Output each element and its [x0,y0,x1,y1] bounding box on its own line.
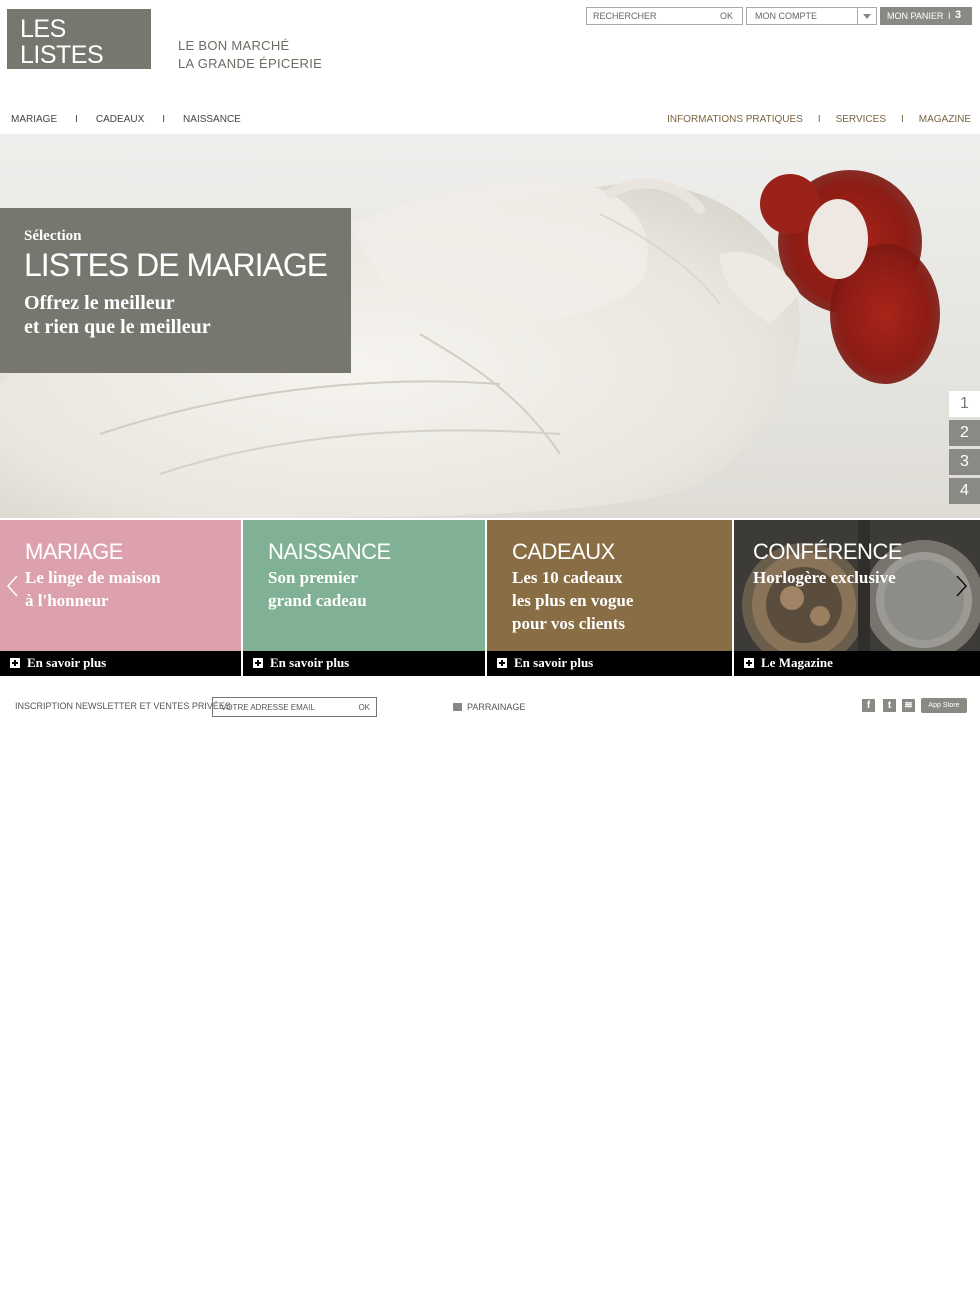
rss-icon[interactable]: ≋ [902,699,915,712]
email-placeholder: VOTRE ADRESSE EMAIL [221,703,315,712]
account-label: MON COMPTE [755,11,817,21]
nav-item-services[interactable]: SERVICES [836,114,886,125]
pager-page-1[interactable]: 1 [949,391,980,417]
store-names: LE BON MARCHÉ LA GRANDE ÉPICERIE [178,37,322,73]
twitter-icon[interactable]: t [883,699,896,712]
store-grande-epicerie[interactable]: LA GRANDE ÉPICERIE [178,55,322,73]
pager-page-4[interactable]: 4 [949,478,980,504]
nav-item-magazine[interactable]: MAGAZINE [919,114,971,125]
tile-head: CONFÉRENCE Horlogère exclusive [734,520,980,651]
nav-item-mariage[interactable]: MARIAGE [11,114,57,125]
tile-link[interactable]: En savoir plus [487,651,732,676]
search-ok-button[interactable]: OK [720,11,733,21]
tile-mariage[interactable]: MARIAGE Le linge de maison à l'honneur E… [0,520,241,676]
tile-link-label: Le Magazine [761,655,833,670]
site-logo[interactable]: LES LISTES D’EXCEPTION [7,9,151,87]
tile-head: CADEAUX Les 10 cadeaux les plus en vogue… [487,520,732,651]
tile-naissance[interactable]: NAISSANCE Son premier grand cadeau En sa… [243,520,485,676]
nav-separator: I [900,114,904,125]
nav-separator: I [162,114,166,125]
chevron-right-icon[interactable] [953,574,969,598]
tile-text: Le linge de maison [25,568,161,587]
tile-head: NAISSANCE Son premier grand cadeau [243,520,485,651]
hero-banner[interactable]: Sélection LISTES DE MARIAGE Offrez le me… [0,134,980,518]
hero-caption-panel[interactable]: Sélection LISTES DE MARIAGE Offrez le me… [0,208,351,373]
tile-text: Les 10 cadeaux [512,568,623,587]
tile-title: MARIAGE [25,539,123,564]
tile-text: pour vos clients [512,614,626,633]
square-icon [453,703,462,711]
tile-title: CONFÉRENCE [753,539,903,564]
newsletter-email-input[interactable]: VOTRE ADRESSE EMAIL OK [212,697,377,717]
tile-text: les plus en vogue [512,591,634,610]
hero-subtitle-2: et rien que le meilleur [24,316,211,338]
nav-separator: I [75,114,78,125]
newsletter-ok-button[interactable]: OK [358,703,370,712]
tile-link-label: En savoir plus [27,655,107,670]
plus-icon [744,658,754,668]
cart-count-badge: 3 [955,9,962,21]
newsletter-label: INSCRIPTION NEWSLETTER ET VENTES PRIVÉES [15,701,231,711]
tile-title: NAISSANCE [268,539,391,564]
nav-separator: I [817,114,821,125]
parrainage-label: PARRAINAGE [467,702,526,712]
tile-text: grand cadeau [268,591,367,610]
cart-label: MON PANIER [887,11,944,21]
app-store-badge[interactable]: App Store [921,698,967,713]
pager-page-3[interactable]: 3 [949,449,980,475]
cart-separator: I [948,11,951,21]
plus-icon [10,658,20,668]
nav-item-informations-pratiques[interactable]: INFORMATIONS PRATIQUES [667,114,803,125]
store-bon-marche[interactable]: LE BON MARCHÉ [178,37,322,55]
nav-item-naissance[interactable]: NAISSANCE [183,114,241,125]
account-dropdown[interactable]: MON COMPTE [746,7,877,25]
facebook-icon[interactable]: f [862,699,875,712]
main-nav-right: INFORMATIONS PRATIQUES I SERVICES I MAGA… [667,114,971,125]
hero-title: LISTES DE MARIAGE [24,247,328,283]
tile-link[interactable]: En savoir plus [0,651,241,676]
nav-item-cadeaux[interactable]: CADEAUX [96,114,144,125]
logo-line-1: LES LISTES [20,15,104,69]
chevron-down-icon[interactable] [857,8,876,24]
cart-button[interactable]: MON PANIER I 3 [880,7,972,25]
tile-text: à l'honneur [25,591,109,610]
tile-link-label: En savoir plus [514,655,594,670]
search-placeholder: RECHERCHER [593,11,657,21]
tile-link[interactable]: En savoir plus [243,651,485,676]
main-nav-left: MARIAGE I CADEAUX I NAISSANCE [11,114,241,125]
hero-subtitle-1: Offrez le meilleur [24,292,175,314]
tile-text: Son premier [268,568,358,587]
app-store-label: App Store [928,702,960,709]
tile-head: MARIAGE Le linge de maison à l'honneur [0,520,241,651]
tile-title: CADEAUX [512,539,615,564]
plus-icon [253,658,263,668]
search-input[interactable]: RECHERCHER OK [586,7,743,25]
tile-cadeaux[interactable]: CADEAUX Les 10 cadeaux les plus en vogue… [487,520,732,676]
pager-page-2[interactable]: 2 [949,420,980,446]
hero-kicker: Sélection [24,228,82,244]
tile-conference[interactable]: CONFÉRENCE Horlogère exclusive Le Magazi… [734,520,980,676]
parrainage-link[interactable]: PARRAINAGE [453,702,525,712]
tile-text-block: CONFÉRENCE Horlogère exclusive [753,539,980,589]
plus-icon [497,658,507,668]
tile-text: Horlogère exclusive [753,568,896,587]
logo-line-2: D’EXCEPTION [20,68,136,87]
hero-pager: 1 2 3 4 [949,391,980,507]
chevron-left-icon[interactable] [5,574,21,598]
tile-link-label: En savoir plus [270,655,350,670]
tile-link[interactable]: Le Magazine [734,651,980,676]
